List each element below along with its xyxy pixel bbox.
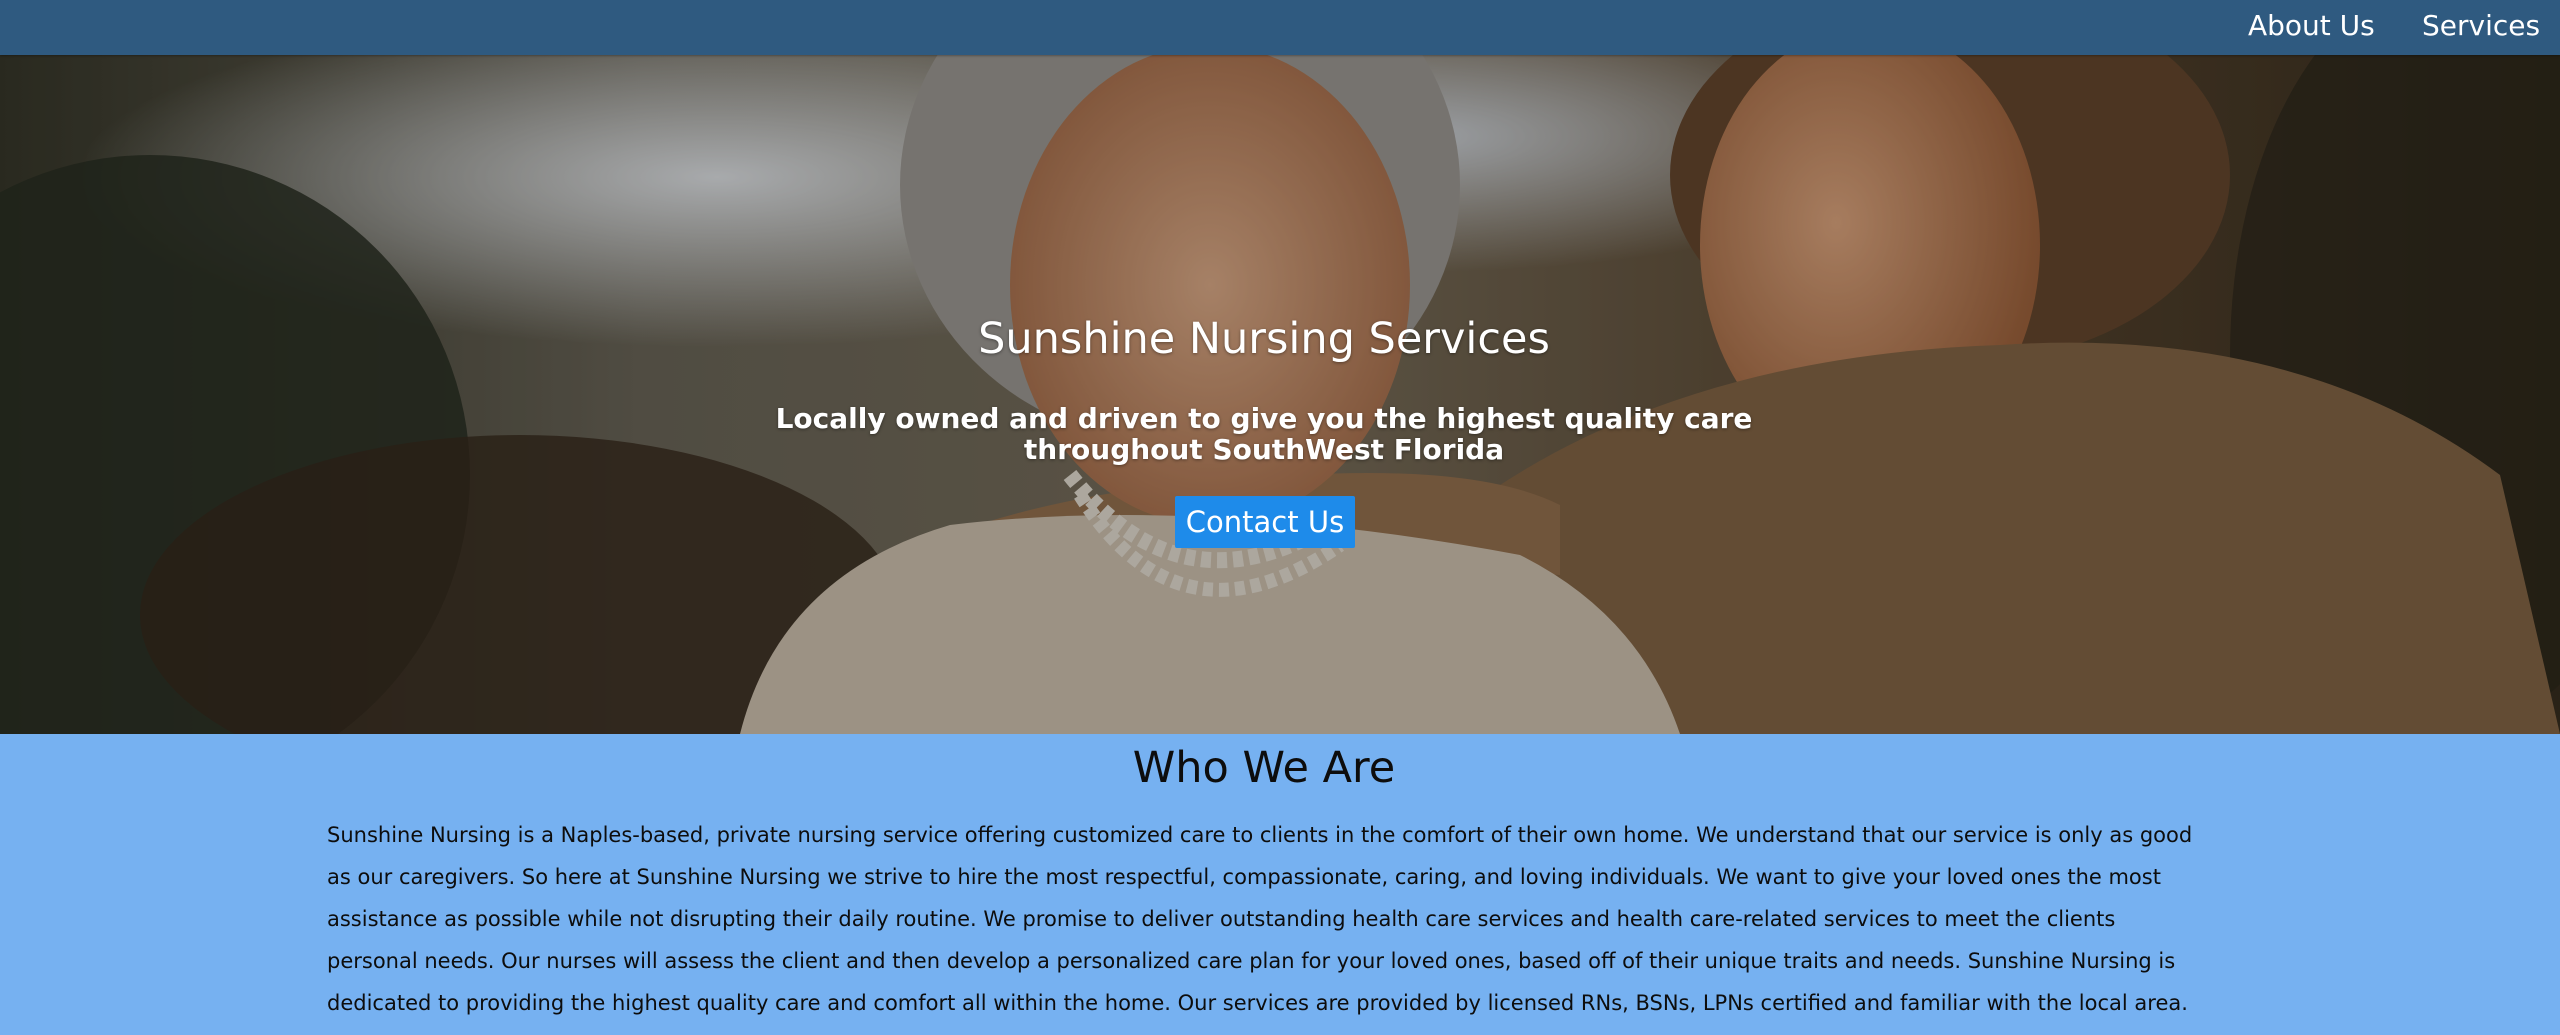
top-navbar: About Us Services [0, 0, 2560, 55]
hero-section: Sunshine Nursing Services Locally owned … [0, 55, 2560, 734]
hero-dark-overlay [0, 55, 2560, 734]
hero-subtitle: Locally owned and driven to give you the… [775, 402, 1753, 466]
nav-link-about-us[interactable]: About Us [2248, 9, 2375, 43]
who-we-are-paragraph: Sunshine Nursing is a Naples-based, priv… [327, 823, 2193, 1015]
contact-us-button[interactable]: Contact Us [1175, 496, 1355, 548]
who-we-are-section: Who We Are Sunshine Nursing is a Naples-… [0, 734, 2560, 1035]
who-we-are-heading: Who We Are [1132, 743, 1396, 793]
hero-title: Sunshine Nursing Services [978, 314, 1550, 364]
nav-link-services[interactable]: Services [2422, 9, 2540, 43]
